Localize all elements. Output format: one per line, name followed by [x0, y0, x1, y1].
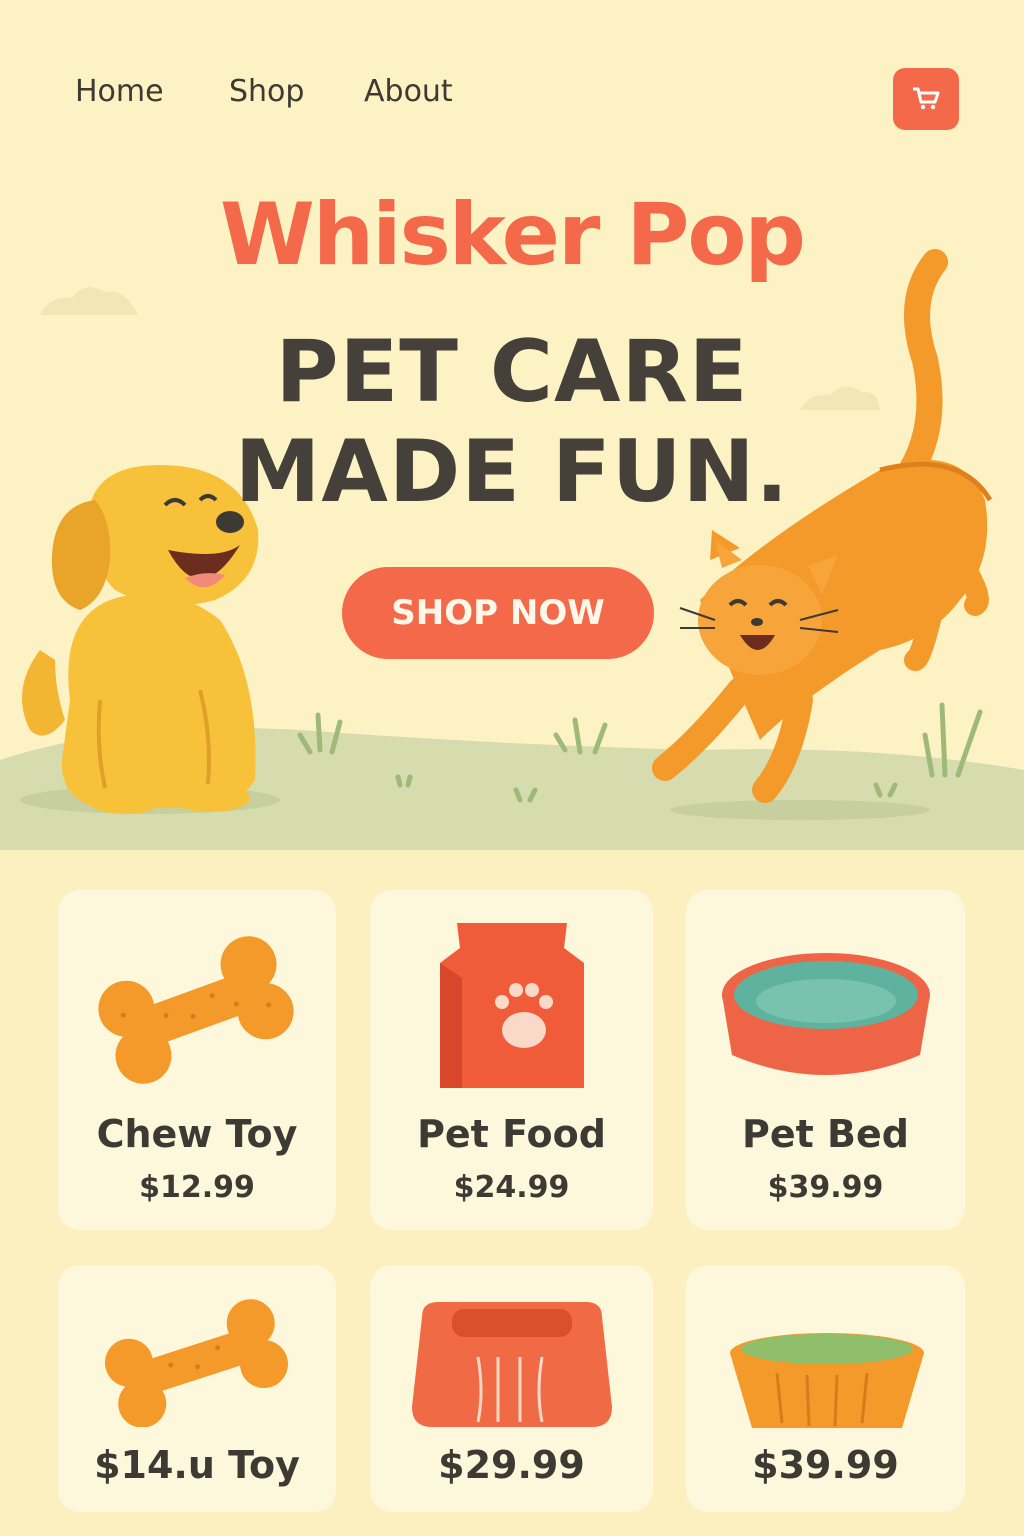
product-name: Pet Food: [417, 1112, 606, 1156]
product-name: Chew Toy: [96, 1112, 298, 1156]
product-price: $39.99: [767, 1170, 884, 1205]
hero-section: Home Shop About Whisker Pop PET CARE MAD…: [0, 0, 1024, 850]
nav-about-link[interactable]: About: [364, 74, 453, 109]
pet-bed-icon: [722, 953, 930, 1075]
cart-icon: [913, 87, 940, 110]
product-card-pet-food[interactable]: Pet Food $24.99: [370, 890, 653, 1230]
bone-icon: [98, 936, 294, 1084]
food-bag-icon: [440, 923, 584, 1088]
carrier-icon: [412, 1302, 612, 1427]
product-label: $39.99: [752, 1443, 899, 1487]
bone-icon: [104, 1299, 288, 1427]
headline-line-1: PET CARE: [275, 322, 749, 422]
shop-now-button[interactable]: SHOP NOW: [342, 567, 654, 659]
nav-shop-link[interactable]: Shop: [229, 74, 304, 109]
headline-line-2: MADE FUN.: [234, 422, 790, 522]
product-label: $29.99: [438, 1443, 585, 1487]
product-name: Pet Bed: [742, 1112, 909, 1156]
bowl-icon: [730, 1333, 924, 1428]
product-card-toy[interactable]: $14.u Toy: [58, 1265, 336, 1512]
product-card-bowl[interactable]: $39.99: [686, 1265, 965, 1512]
product-card-carrier[interactable]: $29.99: [370, 1265, 653, 1512]
hero-headline: PET CARE MADE FUN.: [0, 322, 1024, 522]
product-card-chew-toy[interactable]: Chew Toy $12.99: [58, 890, 336, 1230]
nav-home-link[interactable]: Home: [75, 74, 164, 109]
brand-logo: Whisker Pop: [220, 185, 806, 285]
top-nav: Home Shop About: [0, 68, 1024, 130]
cart-button[interactable]: [893, 68, 959, 130]
product-price: $12.99: [139, 1170, 255, 1205]
product-price: $24.99: [453, 1170, 570, 1205]
product-card-pet-bed[interactable]: Pet Bed $39.99: [686, 890, 965, 1230]
product-label: $14.u Toy: [94, 1443, 300, 1487]
